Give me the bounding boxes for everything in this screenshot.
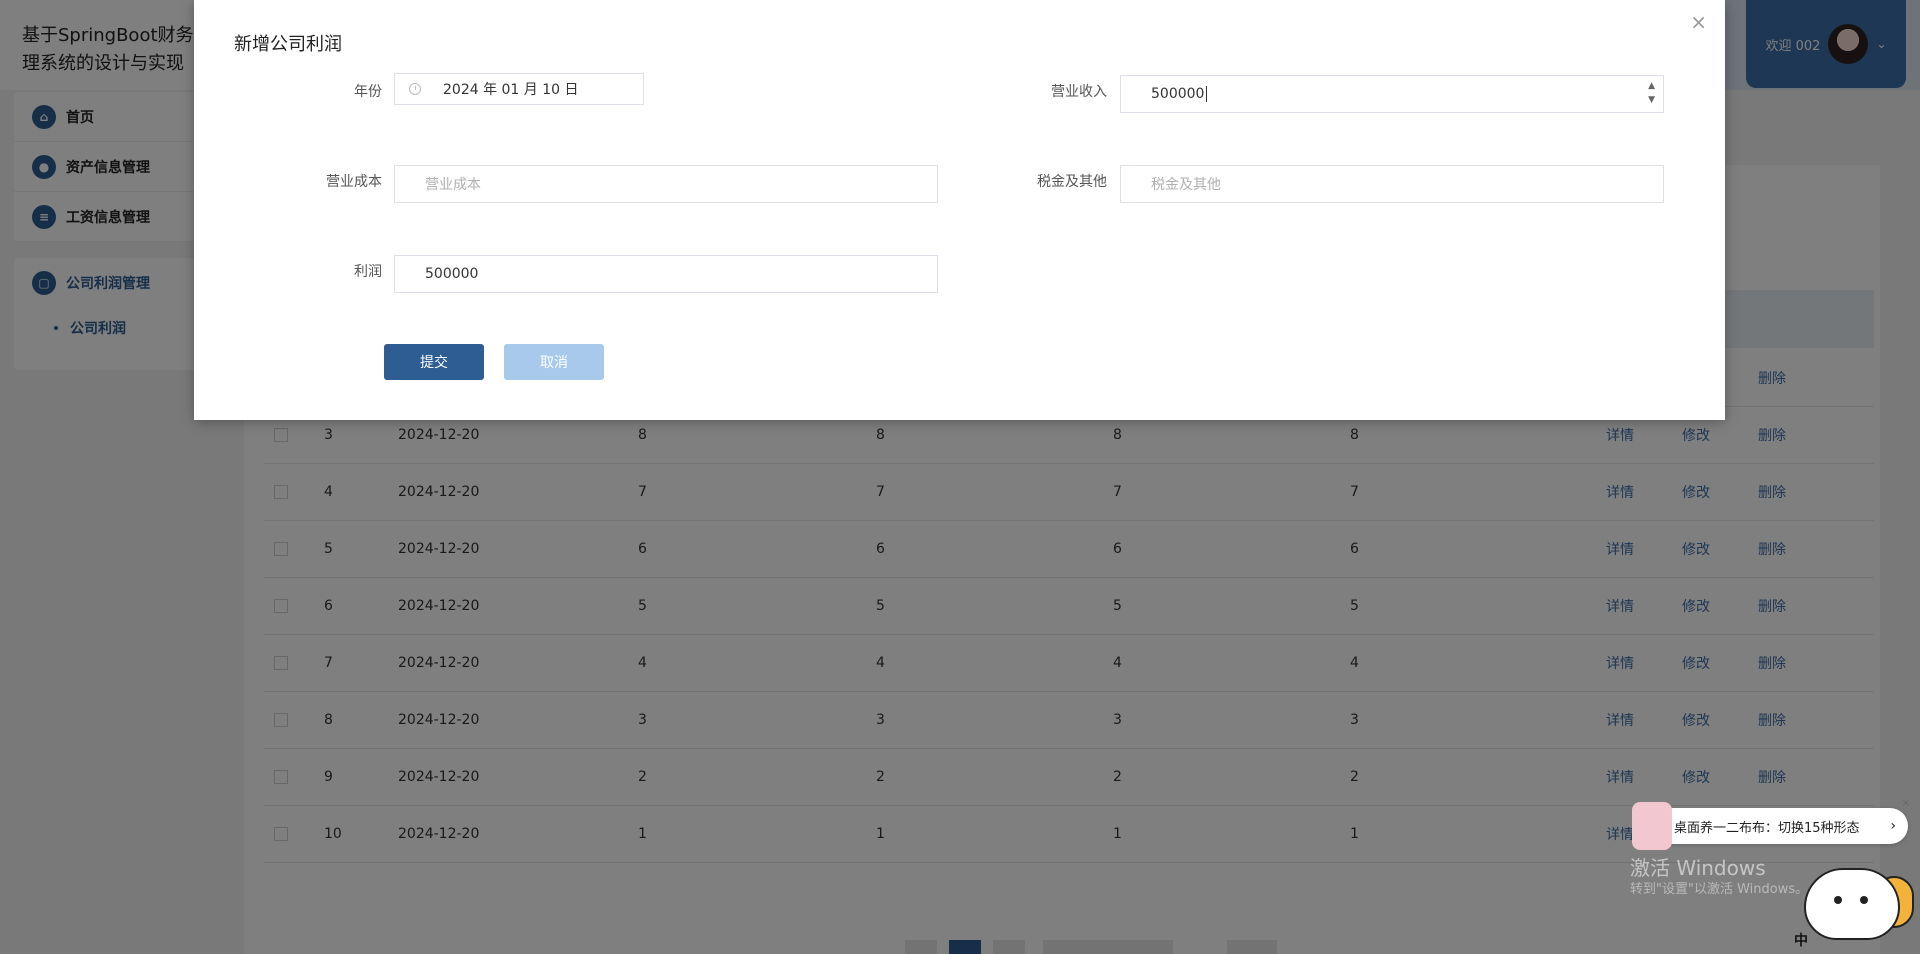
year-label: 年份	[354, 84, 382, 100]
stepper-down-icon[interactable]: ▼	[1648, 93, 1655, 107]
add-profit-dialog: 新增公司利润 × 年份 2024 年 01 月 10 日 营业收入 500000…	[194, 0, 1725, 420]
profit-label: 利润	[354, 264, 382, 280]
number-stepper[interactable]: ▲ ▼	[1648, 79, 1655, 107]
tax-placeholder: 税金及其他	[1151, 177, 1221, 193]
clock-icon	[409, 83, 421, 95]
revenue-label: 营业收入	[1051, 84, 1107, 100]
desktop-pet-widget[interactable]: 桌面养一二布布：切换15种形态 › ×	[1632, 798, 1910, 850]
revenue-number-input[interactable]: 500000 ▲ ▼	[1120, 75, 1664, 113]
submit-button[interactable]: 提交	[384, 344, 484, 380]
dialog-title: 新增公司利润	[234, 34, 342, 55]
ime-indicator[interactable]: 中	[1794, 930, 1808, 950]
text-cursor	[1206, 86, 1208, 102]
close-icon[interactable]: ×	[1690, 10, 1707, 34]
windows-activation-watermark: 激活 Windows	[1630, 856, 1766, 880]
year-value: 2024 年 01 月 10 日	[443, 82, 579, 98]
profit-input[interactable]: 500000	[394, 255, 938, 293]
tax-label: 税金及其他	[1037, 174, 1107, 190]
cost-input[interactable]: 营业成本	[394, 165, 938, 203]
mascot-body	[1804, 868, 1900, 940]
pet-thumbnail-icon	[1632, 802, 1672, 850]
cost-placeholder: 营业成本	[425, 177, 481, 193]
mascot-eye	[1834, 896, 1842, 904]
revenue-value: 500000	[1151, 86, 1205, 102]
year-date-picker[interactable]: 2024 年 01 月 10 日	[394, 73, 644, 105]
stepper-up-icon[interactable]: ▲	[1648, 79, 1655, 93]
mascot-eye	[1860, 896, 1868, 904]
tax-input[interactable]: 税金及其他	[1120, 165, 1664, 203]
chevron-right-icon[interactable]: ›	[1890, 818, 1896, 834]
widget-text: 桌面养一二布布：切换15种形态	[1674, 820, 1860, 836]
cancel-button[interactable]: 取消	[504, 344, 604, 380]
close-icon[interactable]: ×	[1902, 798, 1910, 809]
cost-label: 营业成本	[326, 174, 382, 190]
profit-value: 500000	[425, 266, 479, 282]
windows-activation-hint: 转到"设置"以激活 Windows。	[1630, 882, 1809, 897]
desktop-mascot[interactable]: 中	[1794, 850, 1914, 950]
